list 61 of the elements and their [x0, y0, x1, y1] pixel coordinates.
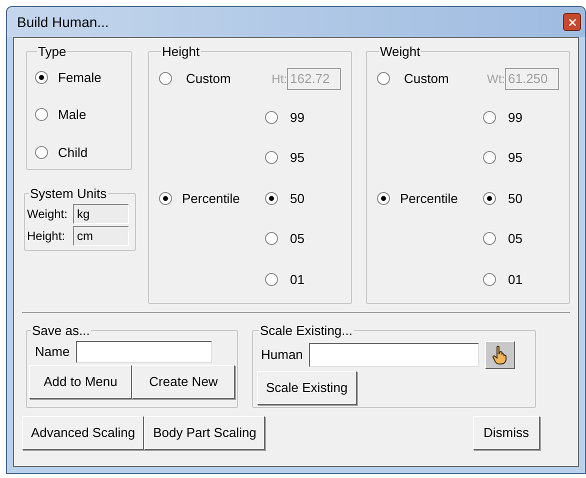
pointing-hand-icon [490, 344, 509, 364]
name-field[interactable] [76, 340, 212, 362]
radio-label: Percentile [400, 190, 458, 208]
action-button[interactable]: Body Part Scaling [144, 416, 266, 450]
group-label: Height [161, 43, 201, 61]
radio-button[interactable] [483, 151, 496, 164]
radio-button[interactable] [483, 192, 496, 205]
radio-label: 99 [290, 108, 304, 126]
radio-label: 50 [290, 190, 304, 208]
radio-button[interactable] [265, 192, 278, 205]
radio-label: 95 [508, 149, 522, 167]
radio-button[interactable] [483, 110, 496, 124]
radio-button[interactable] [159, 72, 172, 85]
field-label: Weight: [27, 206, 68, 222]
radio-button[interactable] [265, 272, 278, 286]
pick-button[interactable] [484, 340, 515, 368]
unit-field: kg [73, 204, 129, 224]
window-title: Build Human... [17, 12, 109, 32]
field-label: Human [261, 346, 303, 364]
field-label: Height: [27, 228, 66, 244]
radio-button[interactable] [265, 151, 278, 164]
radio-label: Custom [186, 70, 231, 88]
radio-label: 95 [290, 149, 304, 167]
action-button[interactable]: Dismiss [472, 416, 540, 450]
human-field[interactable] [308, 342, 479, 366]
radio-label: 01 [508, 270, 522, 288]
radio-label: 99 [508, 108, 522, 126]
radio-label: 05 [508, 230, 522, 248]
group-label: Type [37, 43, 68, 61]
radio-button[interactable] [483, 272, 496, 286]
radio-label: 01 [290, 270, 304, 288]
radio-button[interactable] [35, 108, 48, 122]
action-button[interactable]: Create New [132, 364, 235, 398]
close-icon [566, 16, 578, 28]
field-label: Ht: [272, 70, 287, 88]
radio-button[interactable] [159, 192, 172, 205]
field-label: Name [35, 342, 70, 361]
group-label: Save as... [31, 322, 91, 340]
close-button[interactable] [563, 13, 581, 31]
action-button[interactable]: Add to Menu [29, 364, 132, 398]
radio-button[interactable] [377, 192, 390, 205]
group-label: Scale Existing... [259, 322, 354, 340]
unit-field: cm [73, 226, 129, 246]
radio-button[interactable] [265, 232, 278, 246]
radio-label: 05 [290, 230, 304, 248]
radio-label: Percentile [182, 190, 240, 208]
field-label: Wt: [487, 70, 505, 88]
radio-button[interactable] [377, 72, 390, 85]
radio-button[interactable] [35, 70, 48, 84]
group-label: System Units [29, 185, 108, 203]
radio-label: Female [58, 68, 102, 86]
group-label: Weight [379, 43, 422, 61]
radio-label: Custom [404, 70, 449, 88]
radio-button[interactable] [265, 110, 278, 124]
action-button[interactable]: Advanced Scaling [22, 416, 144, 450]
action-button[interactable]: Scale Existing [257, 370, 357, 404]
radio-button[interactable] [35, 146, 48, 159]
radio-button[interactable] [483, 232, 496, 246]
radio-label: Child [58, 144, 88, 162]
radio-label: 50 [508, 190, 522, 208]
radio-label: Male [58, 106, 86, 124]
